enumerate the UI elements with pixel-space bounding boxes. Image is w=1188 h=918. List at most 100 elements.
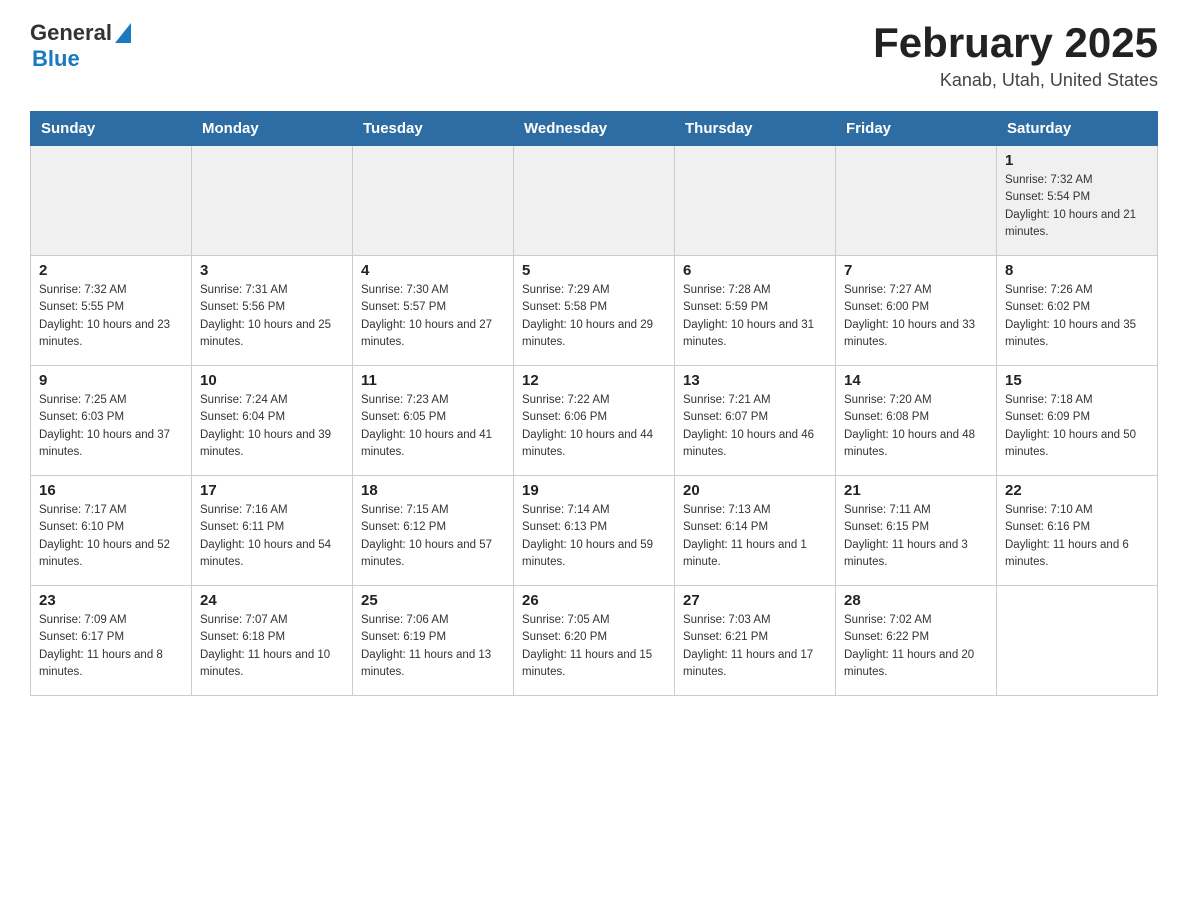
calendar-title: February 2025 (873, 20, 1158, 66)
calendar-cell: 12 Sunrise: 7:22 AMSunset: 6:06 PMDayligh… (514, 366, 675, 476)
day-number: 22 (1005, 482, 1149, 499)
calendar-cell: 18 Sunrise: 7:15 AMSunset: 6:12 PMDayligh… (353, 476, 514, 586)
logo: General Blue (30, 20, 131, 72)
day-number: 12 (522, 372, 666, 389)
day-number: 28 (844, 592, 988, 609)
day-number: 18 (361, 482, 505, 499)
calendar-cell: 7 Sunrise: 7:27 AMSunset: 6:00 PMDaylight… (836, 256, 997, 366)
day-number: 15 (1005, 372, 1149, 389)
header-tuesday: Tuesday (353, 112, 514, 146)
day-number: 17 (200, 482, 344, 499)
calendar-cell: 9Sunrise: 7:25 AMSunset: 6:03 PMDaylight… (31, 366, 192, 476)
header-wednesday: Wednesday (514, 112, 675, 146)
calendar-cell: 13Sunrise: 7:21 AMSunset: 6:07 PMDayligh… (675, 366, 836, 476)
sun-info: Sunrise: 7:27 AMSunset: 6:00 PMDaylight:… (844, 282, 988, 351)
calendar-cell: 8 Sunrise: 7:26 AMSunset: 6:02 PMDaylight… (997, 256, 1158, 366)
day-number: 2 (39, 262, 183, 279)
day-number: 24 (200, 592, 344, 609)
calendar-cell (192, 146, 353, 256)
calendar-week-3: 16 Sunrise: 7:17 AMSunset: 6:10 PMDayligh… (31, 476, 1158, 586)
sun-info: Sunrise: 7:02 AMSunset: 6:22 PMDaylight:… (844, 612, 988, 681)
header-sunday: Sunday (31, 112, 192, 146)
header-saturday: Saturday (997, 112, 1158, 146)
sun-info: Sunrise: 7:23 AMSunset: 6:05 PMDaylight:… (361, 392, 505, 461)
calendar-cell: 28 Sunrise: 7:02 AMSunset: 6:22 PMDayligh… (836, 586, 997, 696)
sun-info: Sunrise: 7:21 AMSunset: 6:07 PMDaylight:… (683, 392, 827, 461)
calendar-cell: 17 Sunrise: 7:16 AMSunset: 6:11 PMDayligh… (192, 476, 353, 586)
header-thursday: Thursday (675, 112, 836, 146)
calendar-subtitle: Kanab, Utah, United States (873, 70, 1158, 91)
sun-info: Sunrise: 7:16 AMSunset: 6:11 PMDaylight:… (200, 502, 344, 571)
logo-blue-text: Blue (32, 46, 80, 71)
day-number: 19 (522, 482, 666, 499)
sun-info: Sunrise: 7:26 AMSunset: 6:02 PMDaylight:… (1005, 282, 1149, 351)
day-number: 8 (1005, 262, 1149, 279)
sun-info: Sunrise: 7:30 AMSunset: 5:57 PMDaylight:… (361, 282, 505, 351)
sun-info: Sunrise: 7:10 AMSunset: 6:16 PMDaylight:… (1005, 502, 1149, 571)
calendar-cell: 20 Sunrise: 7:13 AMSunset: 6:14 PMDayligh… (675, 476, 836, 586)
sun-info: Sunrise: 7:29 AMSunset: 5:58 PMDaylight:… (522, 282, 666, 351)
calendar-cell: 1Sunrise: 7:32 AMSunset: 5:54 PMDaylight… (997, 146, 1158, 256)
header-friday: Friday (836, 112, 997, 146)
day-number: 16 (39, 482, 183, 499)
day-number: 5 (522, 262, 666, 279)
sun-info: Sunrise: 7:03 AMSunset: 6:21 PMDaylight:… (683, 612, 827, 681)
day-number: 6 (683, 262, 827, 279)
calendar-cell: 15Sunrise: 7:18 AMSunset: 6:09 PMDayligh… (997, 366, 1158, 476)
calendar-cell: 16 Sunrise: 7:17 AMSunset: 6:10 PMDayligh… (31, 476, 192, 586)
calendar-cell: 5 Sunrise: 7:29 AMSunset: 5:58 PMDaylight… (514, 256, 675, 366)
sun-info: Sunrise: 7:31 AMSunset: 5:56 PMDaylight:… (200, 282, 344, 351)
calendar-cell (514, 146, 675, 256)
header-monday: Monday (192, 112, 353, 146)
calendar-cell: 10 Sunrise: 7:24 AMSunset: 6:04 PMDayligh… (192, 366, 353, 476)
calendar-cell: 23Sunrise: 7:09 AMSunset: 6:17 PMDayligh… (31, 586, 192, 696)
calendar-header-row: SundayMondayTuesdayWednesdayThursdayFrid… (31, 112, 1158, 146)
calendar-week-1: 2 Sunrise: 7:32 AMSunset: 5:55 PMDaylight… (31, 256, 1158, 366)
calendar-cell (31, 146, 192, 256)
calendar-cell (353, 146, 514, 256)
sun-info: Sunrise: 7:25 AMSunset: 6:03 PMDaylight:… (39, 392, 183, 461)
day-number: 20 (683, 482, 827, 499)
day-number: 14 (844, 372, 988, 389)
calendar-week-2: 9Sunrise: 7:25 AMSunset: 6:03 PMDaylight… (31, 366, 1158, 476)
calendar-cell (997, 586, 1158, 696)
day-number: 11 (361, 372, 505, 389)
calendar-cell: 3 Sunrise: 7:31 AMSunset: 5:56 PMDaylight… (192, 256, 353, 366)
calendar-table: SundayMondayTuesdayWednesdayThursdayFrid… (30, 111, 1158, 696)
calendar-cell (675, 146, 836, 256)
day-number: 27 (683, 592, 827, 609)
calendar-cell: 22 Sunrise: 7:10 AMSunset: 6:16 PMDayligh… (997, 476, 1158, 586)
sun-info: Sunrise: 7:32 AMSunset: 5:55 PMDaylight:… (39, 282, 183, 351)
sun-info: Sunrise: 7:17 AMSunset: 6:10 PMDaylight:… (39, 502, 183, 571)
day-number: 7 (844, 262, 988, 279)
day-number: 3 (200, 262, 344, 279)
calendar-cell: 21 Sunrise: 7:11 AMSunset: 6:15 PMDayligh… (836, 476, 997, 586)
sun-info: Sunrise: 7:32 AMSunset: 5:54 PMDaylight:… (1005, 172, 1149, 241)
logo-general-text: General (30, 20, 112, 46)
calendar-cell: 6 Sunrise: 7:28 AMSunset: 5:59 PMDaylight… (675, 256, 836, 366)
page-header: General Blue February 2025 Kanab, Utah, … (30, 20, 1158, 91)
logo-triangle-icon (115, 23, 131, 43)
day-number: 21 (844, 482, 988, 499)
sun-info: Sunrise: 7:11 AMSunset: 6:15 PMDaylight:… (844, 502, 988, 571)
sun-info: Sunrise: 7:24 AMSunset: 6:04 PMDaylight:… (200, 392, 344, 461)
sun-info: Sunrise: 7:22 AMSunset: 6:06 PMDaylight:… (522, 392, 666, 461)
sun-info: Sunrise: 7:20 AMSunset: 6:08 PMDaylight:… (844, 392, 988, 461)
day-number: 4 (361, 262, 505, 279)
title-block: February 2025 Kanab, Utah, United States (873, 20, 1158, 91)
sun-info: Sunrise: 7:15 AMSunset: 6:12 PMDaylight:… (361, 502, 505, 571)
calendar-cell: 14 Sunrise: 7:20 AMSunset: 6:08 PMDayligh… (836, 366, 997, 476)
day-number: 10 (200, 372, 344, 389)
calendar-cell: 24Sunrise: 7:07 AMSunset: 6:18 PMDayligh… (192, 586, 353, 696)
sun-info: Sunrise: 7:06 AMSunset: 6:19 PMDaylight:… (361, 612, 505, 681)
sun-info: Sunrise: 7:28 AMSunset: 5:59 PMDaylight:… (683, 282, 827, 351)
sun-info: Sunrise: 7:14 AMSunset: 6:13 PMDaylight:… (522, 502, 666, 571)
calendar-week-4: 23Sunrise: 7:09 AMSunset: 6:17 PMDayligh… (31, 586, 1158, 696)
calendar-cell (836, 146, 997, 256)
sun-info: Sunrise: 7:13 AMSunset: 6:14 PMDaylight:… (683, 502, 827, 571)
day-number: 23 (39, 592, 183, 609)
day-number: 25 (361, 592, 505, 609)
calendar-cell: 25 Sunrise: 7:06 AMSunset: 6:19 PMDayligh… (353, 586, 514, 696)
calendar-week-0: 1Sunrise: 7:32 AMSunset: 5:54 PMDaylight… (31, 146, 1158, 256)
calendar-cell: 4 Sunrise: 7:30 AMSunset: 5:57 PMDaylight… (353, 256, 514, 366)
